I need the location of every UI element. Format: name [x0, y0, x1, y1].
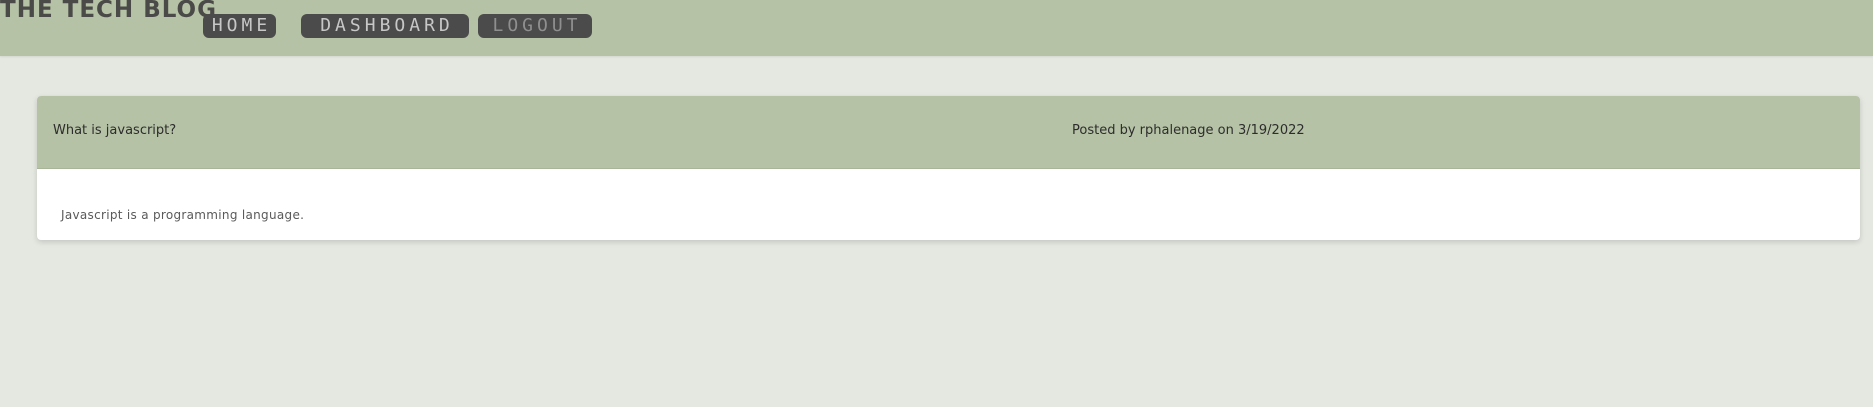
site-title[interactable]: THE TECH BLOG [0, 0, 217, 24]
post-title[interactable]: What is javascript? [53, 123, 176, 138]
post-card[interactable]: What is javascript? Posted by rphalenage… [37, 96, 1860, 240]
post-meta: Posted by rphalenage on 3/19/2022 [1072, 123, 1305, 138]
nav-dashboard-button[interactable]: DASHBOARD [301, 14, 469, 38]
nav-logout-button[interactable]: LOGOUT [478, 14, 592, 38]
site-header: THE TECH BLOG HOME DASHBOARD LOGOUT [0, 0, 1873, 56]
nav-home-button[interactable]: HOME [203, 14, 276, 38]
post-body: Javascript is a programming language. [61, 208, 305, 222]
post-header: What is javascript? Posted by rphalenage… [37, 96, 1860, 169]
